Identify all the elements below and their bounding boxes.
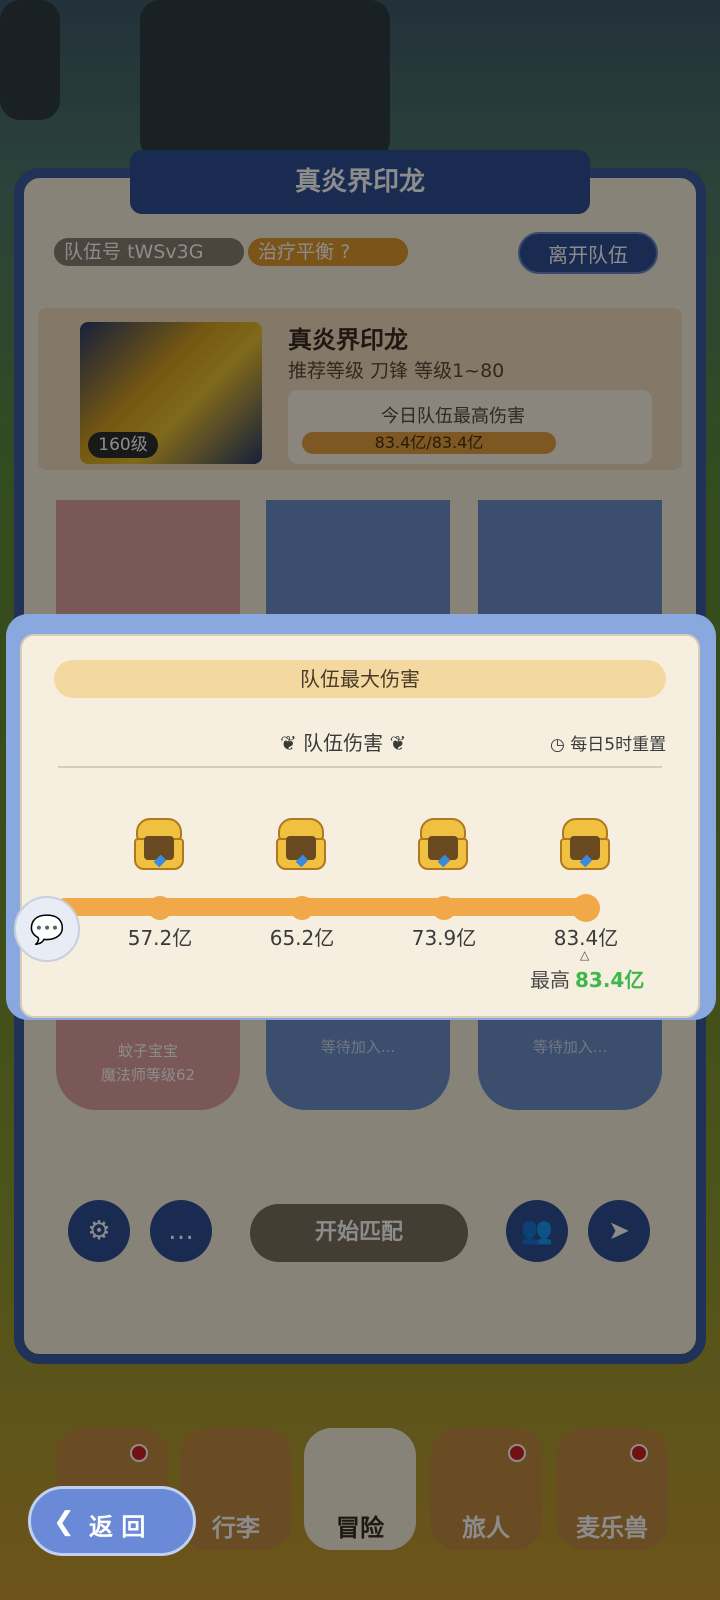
modal-subtitle: ❦ 队伍伤害 ❦ [280,731,407,755]
milestone-value: 57.2亿 [127,926,193,950]
modal-title: 队伍最大伤害 [300,667,420,691]
progress-node [572,894,600,922]
max-value: 83.4亿 [575,968,645,992]
chest-icon[interactable] [416,818,470,872]
chest-icon[interactable] [132,818,186,872]
progress-node [432,896,456,920]
progress-node [148,896,172,920]
back-button[interactable]: ❮ 返 回 [28,1486,196,1556]
milestone-value: 73.9亿 [411,926,477,950]
progress-node [290,896,314,920]
chat-bubble-icon: 💬 [29,913,65,946]
back-arrow-icon: ❮ [53,1507,75,1537]
max-label: 最高 [530,968,570,992]
reset-note: ◷ 每日5时重置 [550,735,667,755]
max-marker-icon: △ [580,948,590,962]
ornament-left-icon: ❦ [280,731,304,755]
floating-chat-button[interactable]: 💬 [14,896,80,962]
damage-progress-bar [56,898,596,916]
milestone-value: 65.2亿 [269,926,335,950]
clock-icon: ◷ [550,735,571,755]
ornament-right-icon: ❦ [383,731,407,755]
back-label: 返 回 [89,1513,146,1541]
chest-icon[interactable] [274,818,328,872]
milestone-value: 83.4亿 [553,926,619,950]
chest-icon[interactable] [558,818,612,872]
divider [58,766,662,768]
